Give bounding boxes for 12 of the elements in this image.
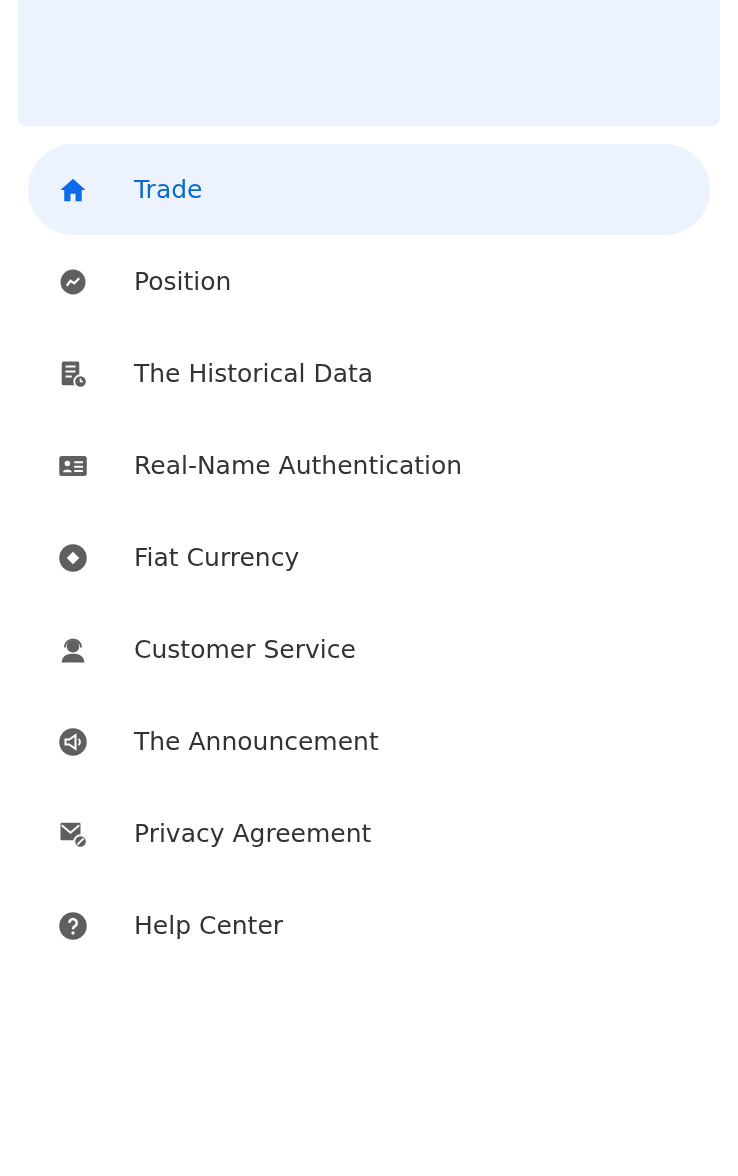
menu-item[interactable]: Help Center: [28, 880, 710, 971]
menu-item[interactable]: The Historical Data: [28, 328, 710, 419]
menu-item[interactable]: Fiat Currency: [28, 512, 710, 603]
speaker-icon: [58, 726, 88, 757]
menu-item[interactable]: Real-Name Authentication: [28, 420, 710, 511]
menu-item[interactable]: Trade: [28, 144, 710, 235]
menu-item[interactable]: Customer Service: [28, 604, 710, 695]
menu-item[interactable]: Position: [28, 236, 710, 327]
menu-item[interactable]: The Announcement: [28, 696, 710, 787]
menu-item[interactable]: Privacy Agreement: [28, 788, 710, 879]
help-icon: [58, 910, 88, 941]
coin-icon: [58, 542, 88, 573]
